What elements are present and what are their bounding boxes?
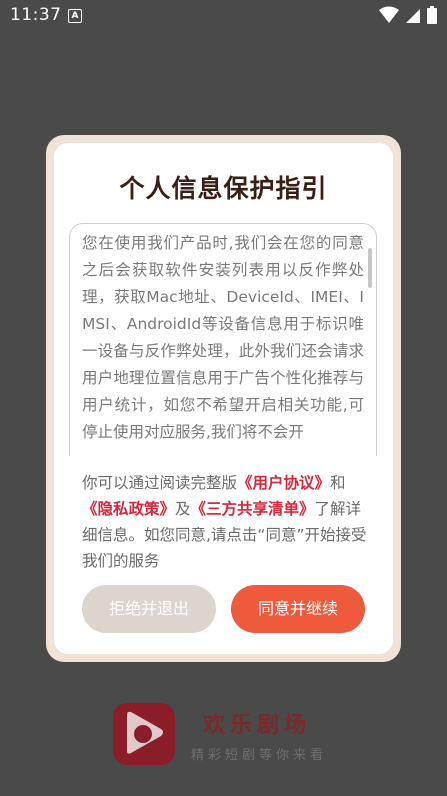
privacy-dialog-frame: 个人信息保护指引 您在使用我们产品时,我们会在您的同意之后会获取软件安装列表用以…	[46, 135, 401, 662]
app-name: 欢乐剧场	[203, 713, 312, 738]
info-and: 和	[330, 474, 346, 492]
policy-text-scroll-area[interactable]: 您在使用我们产品时,我们会在您的同意之后会获取软件安装列表用以反作弊处理，获取M…	[69, 223, 377, 456]
battery-icon	[427, 6, 437, 24]
privacy-policy-link[interactable]: 《隐私政策》	[82, 500, 175, 518]
reject-exit-button[interactable]: 拒绝并退出	[82, 585, 216, 633]
notification-icon: A	[68, 9, 82, 23]
signal-icon	[406, 9, 420, 23]
app-branding: 欢乐剧场 精彩短剧等你来看	[113, 703, 353, 773]
status-time: 11:37	[10, 5, 62, 25]
app-logo	[113, 703, 175, 765]
play-logo-icon	[127, 711, 163, 754]
app-slogan: 精彩短剧等你来看	[191, 748, 328, 763]
info-conj: 及	[175, 500, 191, 518]
privacy-dialog: 个人信息保护指引 您在使用我们产品时,我们会在您的同意之后会获取软件安装列表用以…	[54, 143, 393, 654]
dialog-title: 个人信息保护指引	[119, 174, 328, 203]
third-party-list-link[interactable]: 《三方共享清单》	[191, 500, 315, 518]
agree-continue-button[interactable]: 同意并继续	[231, 585, 365, 633]
info-prefix: 你可以通过阅读完整版	[82, 474, 238, 492]
wifi-icon	[379, 6, 399, 23]
status-bar: 11:37 A	[0, 0, 447, 32]
user-agreement-link[interactable]: 《用户协议》	[237, 474, 330, 492]
scrollbar-thumb[interactable]	[368, 248, 372, 288]
system-icons	[379, 6, 437, 24]
policy-text: 您在使用我们产品时,我们会在您的同意之后会获取软件安装列表用以反作弊处理，获取M…	[82, 234, 364, 441]
agreement-info-text: 你可以通过阅读完整版《用户协议》和《隐私政策》及《三方共享清单》了解详细信息。如…	[82, 470, 373, 574]
